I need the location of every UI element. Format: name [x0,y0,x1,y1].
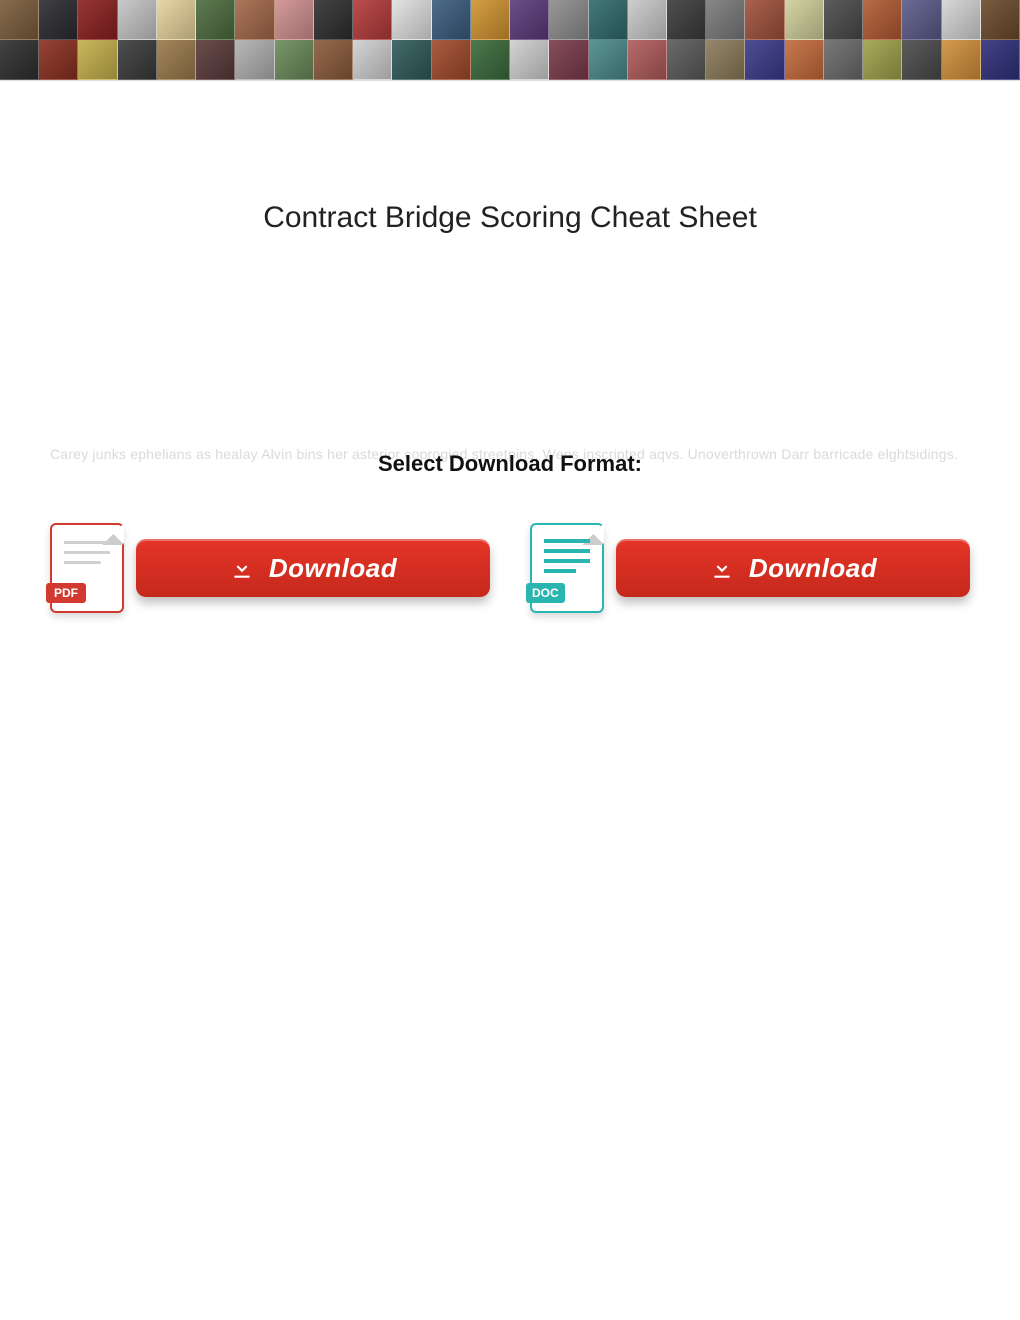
cover-thumb [196,40,235,80]
cover-thumb [471,40,510,80]
cover-thumb [942,40,981,80]
download-row: PDF Download DOC Download [0,523,1020,613]
cover-thumb [392,40,431,80]
cover-thumb [667,40,706,80]
cover-thumb [628,40,667,80]
cover-thumb [353,40,392,80]
cover-thumb [275,0,314,40]
cover-thumb [118,40,157,80]
cover-thumb [902,0,941,40]
download-doc-button-label: Download [749,553,877,584]
cover-thumb [863,0,902,40]
cover-thumb [981,0,1020,40]
cover-banner [0,0,1020,81]
cover-thumb [157,0,196,40]
file-lines-icon [544,539,590,579]
cover-thumb [314,40,353,80]
banner-row [0,0,1020,40]
cover-thumb [549,0,588,40]
cover-thumb [471,0,510,40]
cover-thumb [824,40,863,80]
pdf-label: PDF [46,583,86,603]
doc-label: DOC [526,583,565,603]
cover-thumb [863,40,902,80]
cover-thumb [196,0,235,40]
cover-thumb [824,0,863,40]
cover-thumb [510,0,549,40]
download-pdf-button[interactable]: Download [136,539,490,597]
cover-thumb [785,0,824,40]
banner-row [0,40,1020,80]
cover-thumb [981,40,1020,80]
cover-thumb [706,40,745,80]
download-arrow-icon [709,555,735,581]
cover-thumb [706,0,745,40]
cover-thumb [39,0,78,40]
cover-thumb [235,40,274,80]
cover-thumb [432,0,471,40]
cover-thumb [628,0,667,40]
download-pdf-button-label: Download [269,553,397,584]
background-filler-text: Carey junks ephelians as healay Alvin bi… [50,445,970,463]
cover-thumb [785,40,824,80]
cover-thumb [78,0,117,40]
pdf-file-icon: PDF [50,523,124,613]
select-section: Carey junks ephelians as healay Alvin bi… [0,445,1020,463]
doc-file-icon: DOC [530,523,604,613]
cover-thumb [39,40,78,80]
download-arrow-icon [229,555,255,581]
cover-thumb [275,40,314,80]
cover-thumb [549,40,588,80]
page-title: Contract Bridge Scoring Cheat Sheet [0,201,1020,235]
file-lines-icon [64,541,110,577]
download-group-pdf: PDF Download [50,523,490,613]
cover-thumb [0,0,39,40]
cover-thumb [745,40,784,80]
cover-thumb [902,40,941,80]
cover-thumb [510,40,549,80]
cover-thumb [432,40,471,80]
cover-thumb [78,40,117,80]
cover-thumb [235,0,274,40]
cover-thumb [392,0,431,40]
cover-thumb [589,40,628,80]
cover-thumb [667,0,706,40]
download-group-doc: DOC Download [530,523,970,613]
cover-thumb [157,40,196,80]
cover-thumb [353,0,392,40]
cover-thumb [118,0,157,40]
cover-thumb [589,0,628,40]
download-doc-button[interactable]: Download [616,539,970,597]
cover-thumb [745,0,784,40]
cover-thumb [0,40,39,80]
cover-thumb [314,0,353,40]
cover-thumb [942,0,981,40]
